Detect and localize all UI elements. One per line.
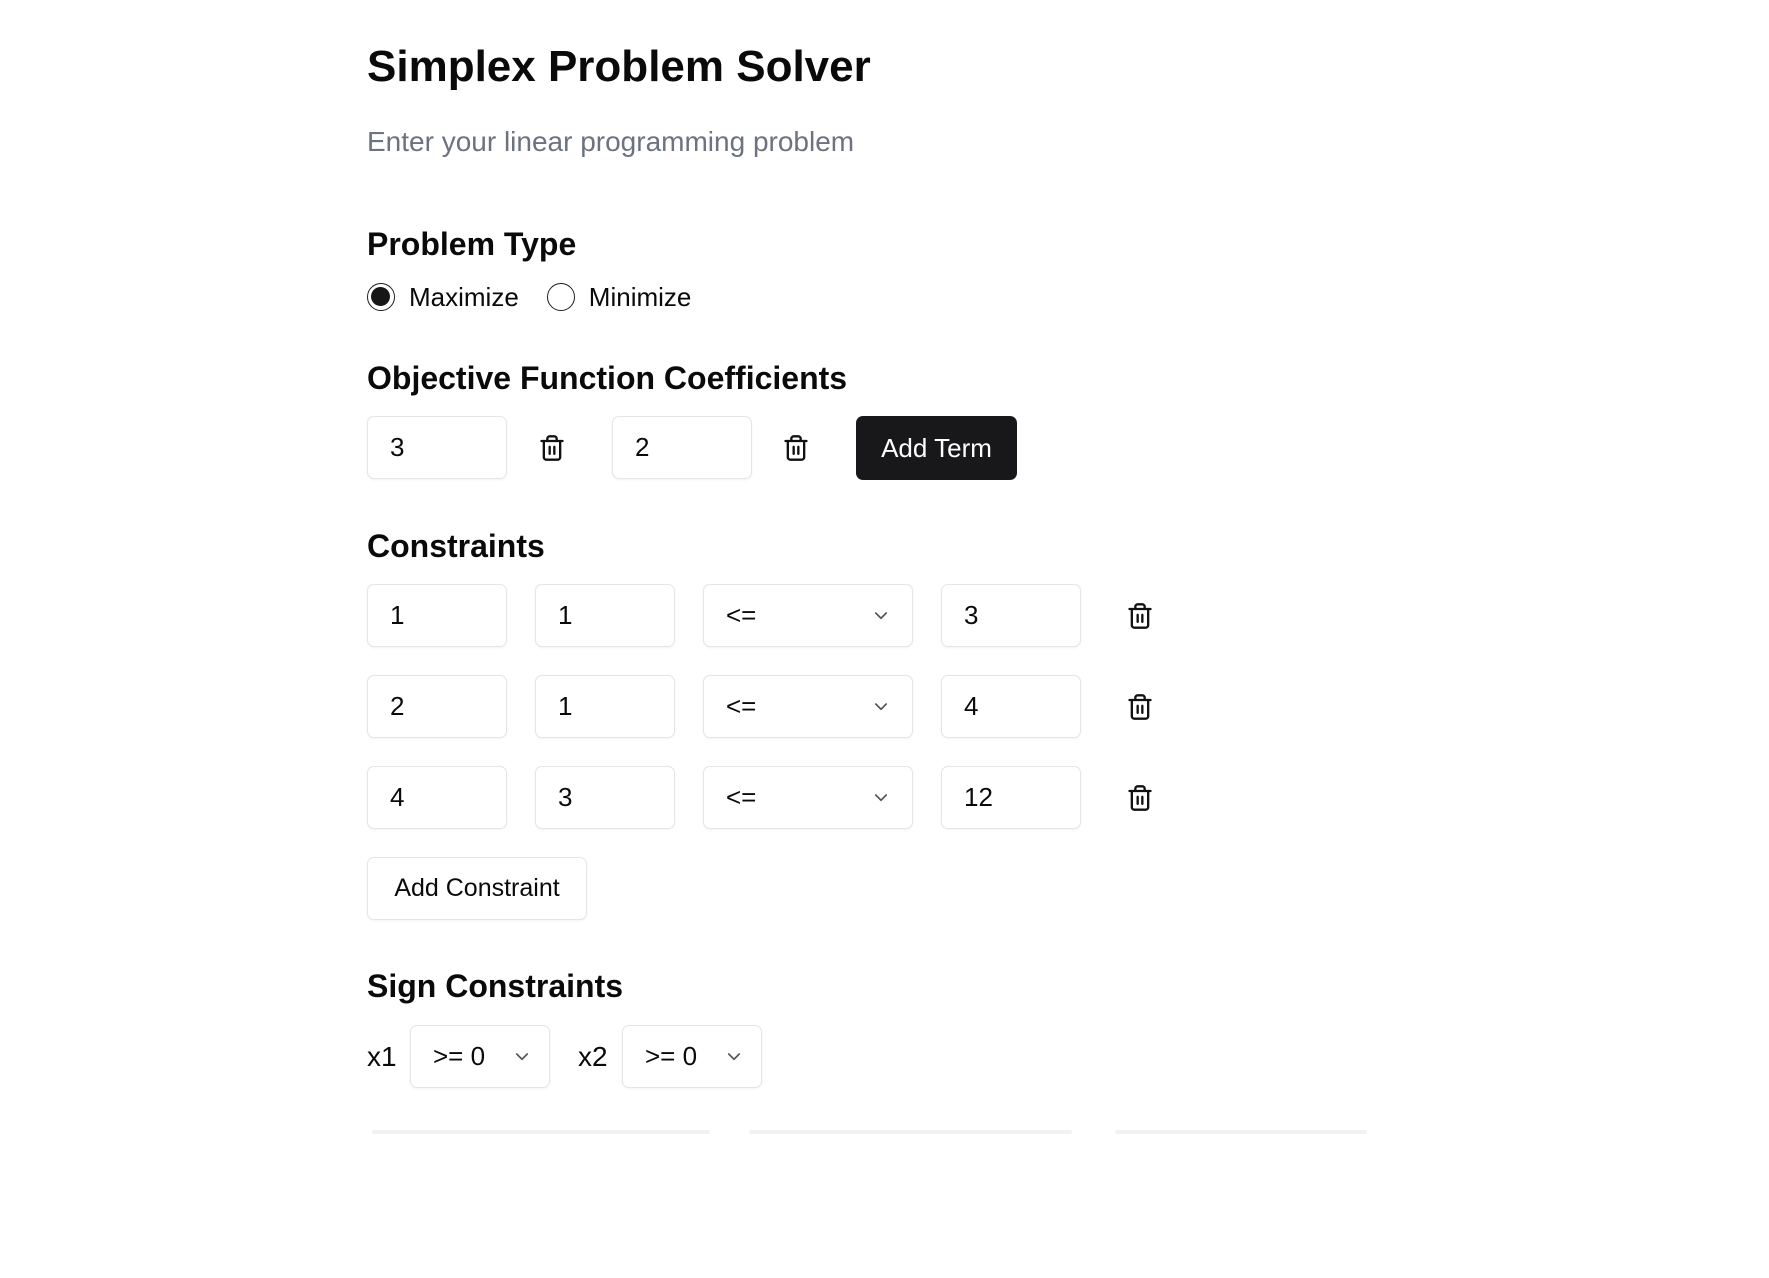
cutoff-element: [1115, 1130, 1367, 1134]
constraint-coefficient-input[interactable]: 1: [367, 584, 507, 647]
chevron-down-icon: [515, 1052, 529, 1060]
constraint-operator-value: <=: [726, 782, 757, 812]
constraint-coefficient-value: 1: [558, 600, 573, 630]
problem-type-radio-group: Maximize Minimize: [367, 279, 719, 315]
constraint-rhs-value: 12: [964, 782, 993, 812]
variable-label-x2: x2: [578, 1041, 608, 1072]
constraint-rhs-value: 4: [964, 691, 979, 721]
trash-icon[interactable]: [1126, 601, 1154, 631]
constraint-coefficient-value: 2: [390, 691, 405, 721]
minimize-label[interactable]: Minimize: [589, 282, 692, 313]
chevron-down-icon: [874, 611, 888, 619]
constraint-operator-select[interactable]: <=: [703, 675, 913, 738]
page-subtitle: Enter your linear programming problem: [367, 126, 855, 157]
sign-constraint-value: >= 0: [645, 1041, 698, 1071]
constraint-operator-value: <=: [726, 600, 757, 630]
objective-heading: Objective Function Coefficients: [367, 360, 848, 396]
constraint-rhs-value: 3: [964, 600, 979, 630]
sign-constraints-heading: Sign Constraints: [367, 968, 624, 1004]
constraints-heading: Constraints: [367, 528, 545, 564]
constraint-coefficient-input[interactable]: 4: [367, 766, 507, 829]
trash-icon[interactable]: [538, 433, 566, 463]
chevron-down-icon: [874, 793, 888, 801]
minimize-radio[interactable]: [546, 283, 575, 311]
constraint-coefficient-value: 1: [390, 600, 405, 630]
chevron-down-icon: [874, 702, 888, 710]
constraint-operator-select[interactable]: <=: [703, 584, 913, 647]
constraint-operator-select[interactable]: <=: [703, 766, 913, 829]
page-title: Simplex Problem Solver: [367, 42, 871, 91]
constraint-coefficient-input[interactable]: 2: [367, 675, 507, 738]
maximize-label[interactable]: Maximize: [409, 282, 519, 313]
objective-coefficient-input[interactable]: 2: [612, 416, 752, 479]
cutoff-element: [372, 1130, 710, 1134]
trash-icon[interactable]: [1126, 692, 1154, 722]
objective-coefficient-value: 3: [390, 432, 405, 462]
sign-constraint-select-x1[interactable]: >= 0: [410, 1025, 550, 1088]
add-term-button[interactable]: Add Term: [856, 416, 1017, 480]
trash-icon[interactable]: [782, 433, 810, 463]
constraint-coefficient-value: 1: [558, 691, 573, 721]
objective-coefficient-value: 2: [635, 432, 650, 462]
variable-label-x1: x1: [367, 1041, 397, 1072]
add-constraint-button[interactable]: Add Constraint: [367, 857, 587, 920]
problem-type-heading: Problem Type: [367, 226, 577, 262]
cutoff-element: [749, 1130, 1072, 1134]
constraint-rhs-input[interactable]: 3: [941, 584, 1081, 647]
chevron-down-icon: [727, 1052, 741, 1060]
trash-icon[interactable]: [1126, 783, 1154, 813]
constraint-coefficient-input[interactable]: 1: [535, 584, 675, 647]
constraint-rhs-input[interactable]: 12: [941, 766, 1081, 829]
constraint-rhs-input[interactable]: 4: [941, 675, 1081, 738]
sign-constraint-select-x2[interactable]: >= 0: [622, 1025, 762, 1088]
constraint-operator-value: <=: [726, 691, 757, 721]
constraint-coefficient-value: 4: [390, 782, 405, 812]
constraint-coefficient-input[interactable]: 1: [535, 675, 675, 738]
constraint-coefficient-value: 3: [558, 782, 573, 812]
sign-constraint-value: >= 0: [433, 1041, 486, 1071]
maximize-radio[interactable]: [367, 283, 395, 311]
constraint-coefficient-input[interactable]: 3: [535, 766, 675, 829]
objective-coefficient-input[interactable]: 3: [367, 416, 507, 479]
